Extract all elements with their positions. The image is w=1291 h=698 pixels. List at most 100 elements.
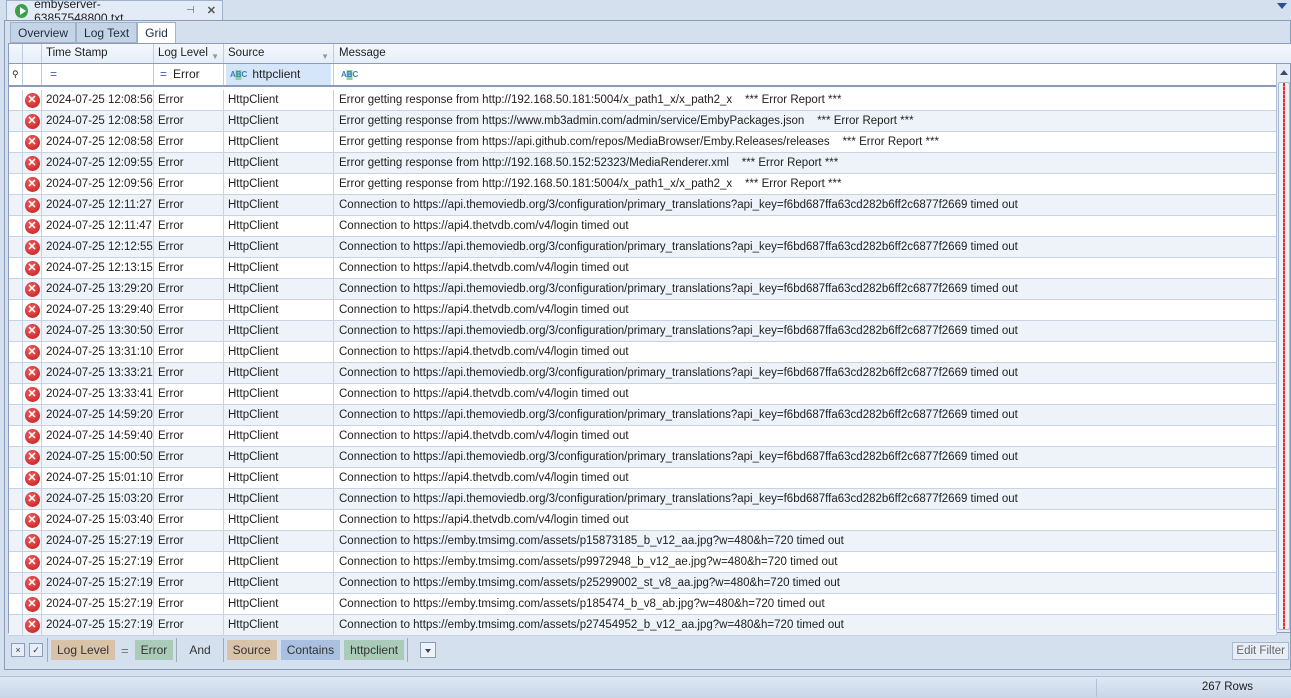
tab-grid[interactable]: Grid [137, 22, 176, 44]
row-indicator[interactable] [9, 552, 23, 572]
table-row[interactable]: ✕ 2024-07-25 15:27:19 Error HttpClient C… [9, 573, 1277, 594]
source-cell: HttpClient [224, 111, 334, 131]
table-row[interactable]: ✕ 2024-07-25 12:09:55 Error HttpClient E… [9, 153, 1277, 174]
close-icon[interactable]: ✕ [207, 4, 216, 17]
row-icon-cell: ✕ [23, 510, 42, 530]
source-filter-cell[interactable]: ABC httpclient [224, 64, 334, 85]
table-row[interactable]: ✕ 2024-07-25 13:29:20 Error HttpClient C… [9, 279, 1277, 300]
row-indicator[interactable] [9, 195, 23, 215]
log-level-cell: Error [154, 510, 224, 530]
row-indicator[interactable] [9, 615, 23, 635]
table-row[interactable]: ✕ 2024-07-25 12:08:56 Error HttpClient E… [9, 90, 1277, 111]
column-header-log-level[interactable]: Log Level ▼ [154, 44, 224, 63]
filter-row-spacer [23, 64, 42, 85]
row-indicator[interactable] [9, 363, 23, 383]
table-row[interactable]: ✕ 2024-07-25 15:27:19 Error HttpClient C… [9, 615, 1277, 636]
enable-filter-checkbox[interactable]: ✓ [29, 643, 43, 657]
source-cell: HttpClient [224, 237, 334, 257]
table-row[interactable]: ✕ 2024-07-25 14:59:20 Error HttpClient C… [9, 405, 1277, 426]
row-indicator[interactable] [9, 531, 23, 551]
source-cell: HttpClient [224, 426, 334, 446]
table-row[interactable]: ✕ 2024-07-25 14:59:40 Error HttpClient C… [9, 426, 1277, 447]
message-filter-cell[interactable]: ABC [334, 64, 1277, 85]
row-indicator[interactable] [9, 405, 23, 425]
clear-filter-button[interactable]: × [11, 643, 25, 657]
row-indicator[interactable] [9, 594, 23, 614]
scroll-up-icon[interactable] [1280, 70, 1288, 75]
table-row[interactable]: ✕ 2024-07-25 15:03:20 Error HttpClient C… [9, 489, 1277, 510]
table-row[interactable]: ✕ 2024-07-25 15:01:10 Error HttpClient C… [9, 468, 1277, 489]
tab-log-text[interactable]: Log Text [76, 22, 138, 43]
table-row[interactable]: ✕ 2024-07-25 12:11:47 Error HttpClient C… [9, 216, 1277, 237]
table-row[interactable]: ✕ 2024-07-25 12:09:56 Error HttpClient E… [9, 174, 1277, 195]
log-level-cell: Error [154, 258, 224, 278]
edit-filter-button[interactable]: Edit Filter [1232, 642, 1289, 660]
error-icon: ✕ [24, 407, 40, 423]
log-level-cell: Error [154, 342, 224, 362]
filter-condition-2[interactable]: Source Contains httpclient [222, 638, 409, 662]
table-row[interactable]: ✕ 2024-07-25 15:00:50 Error HttpClient C… [9, 447, 1277, 468]
filter-field[interactable]: Source [226, 640, 277, 660]
table-row[interactable]: ✕ 2024-07-25 13:31:10 Error HttpClient C… [9, 342, 1277, 363]
document-tab[interactable]: embyserver-63857548800.txt ⊣ ✕ [6, 0, 223, 25]
row-indicator[interactable] [9, 573, 23, 593]
row-indicator[interactable] [9, 321, 23, 341]
filter-group-operator[interactable]: And [181, 643, 218, 657]
table-row[interactable]: ✕ 2024-07-25 15:27:19 Error HttpClient C… [9, 531, 1277, 552]
vertical-scrollbar[interactable] [1276, 64, 1290, 632]
row-indicator[interactable] [9, 300, 23, 320]
table-row[interactable]: ✕ 2024-07-25 12:12:55 Error HttpClient C… [9, 237, 1277, 258]
table-row[interactable]: ✕ 2024-07-25 13:29:40 Error HttpClient C… [9, 300, 1277, 321]
row-indicator[interactable] [9, 111, 23, 131]
error-icon: ✕ [24, 134, 40, 150]
table-row[interactable]: ✕ 2024-07-25 12:11:27 Error HttpClient C… [9, 195, 1277, 216]
row-indicator[interactable] [9, 90, 23, 110]
filter-operator[interactable]: Contains [280, 640, 341, 660]
filter-row-pin-icon: ⚲ [9, 64, 23, 85]
filter-operator[interactable]: = [119, 643, 131, 658]
row-indicator[interactable] [9, 237, 23, 257]
row-indicator[interactable] [9, 153, 23, 173]
header-icon-column [23, 44, 42, 63]
source-cell: HttpClient [224, 615, 334, 635]
table-row[interactable]: ✕ 2024-07-25 13:30:50 Error HttpClient C… [9, 321, 1277, 342]
row-indicator[interactable] [9, 384, 23, 404]
table-row[interactable]: ✕ 2024-07-25 12:08:58 Error HttpClient E… [9, 111, 1277, 132]
row-indicator[interactable] [9, 258, 23, 278]
pin-icon[interactable]: ⊣ [186, 5, 195, 16]
table-row[interactable]: ✕ 2024-07-25 13:33:41 Error HttpClient C… [9, 384, 1277, 405]
row-icon-cell: ✕ [23, 321, 42, 341]
filter-value[interactable]: httpclient [344, 640, 405, 660]
row-indicator[interactable] [9, 174, 23, 194]
row-indicator[interactable] [9, 447, 23, 467]
row-indicator[interactable] [9, 468, 23, 488]
table-row[interactable]: ✕ 2024-07-25 15:27:19 Error HttpClient C… [9, 594, 1277, 615]
tab-overview[interactable]: Overview [10, 22, 77, 43]
column-header-message[interactable]: Message [334, 44, 1291, 63]
log-level-cell: Error [154, 279, 224, 299]
filter-mru-dropdown[interactable] [420, 642, 437, 658]
table-row[interactable]: ✕ 2024-07-25 15:03:40 Error HttpClient C… [9, 510, 1277, 531]
row-indicator[interactable] [9, 510, 23, 530]
row-indicator[interactable] [9, 132, 23, 152]
tab-list-dropdown-icon[interactable] [1277, 3, 1287, 9]
column-label: Time Stamp [46, 47, 108, 59]
scroll-thumb[interactable] [1278, 82, 1290, 630]
table-row[interactable]: ✕ 2024-07-25 12:08:58 Error HttpClient E… [9, 132, 1277, 153]
timestamp-filter-cell[interactable]: = [42, 64, 154, 85]
row-indicator[interactable] [9, 342, 23, 362]
table-row[interactable]: ✕ 2024-07-25 15:27:19 Error HttpClient C… [9, 552, 1277, 573]
table-row[interactable]: ✕ 2024-07-25 13:33:21 Error HttpClient C… [9, 363, 1277, 384]
source-cell: HttpClient [224, 510, 334, 530]
row-indicator[interactable] [9, 426, 23, 446]
filter-field[interactable]: Log Level [51, 640, 116, 660]
row-indicator[interactable] [9, 279, 23, 299]
log-level-filter-cell[interactable]: = Error [154, 64, 224, 85]
column-header-source[interactable]: Source ▼ [224, 44, 334, 63]
table-row[interactable]: ✕ 2024-07-25 12:13:15 Error HttpClient C… [9, 258, 1277, 279]
filter-condition-1[interactable]: Log Level = Error [47, 638, 178, 662]
filter-value[interactable]: Error [134, 640, 174, 660]
row-indicator[interactable] [9, 216, 23, 236]
row-indicator[interactable] [9, 489, 23, 509]
column-header-timestamp[interactable]: Time Stamp [42, 44, 154, 63]
